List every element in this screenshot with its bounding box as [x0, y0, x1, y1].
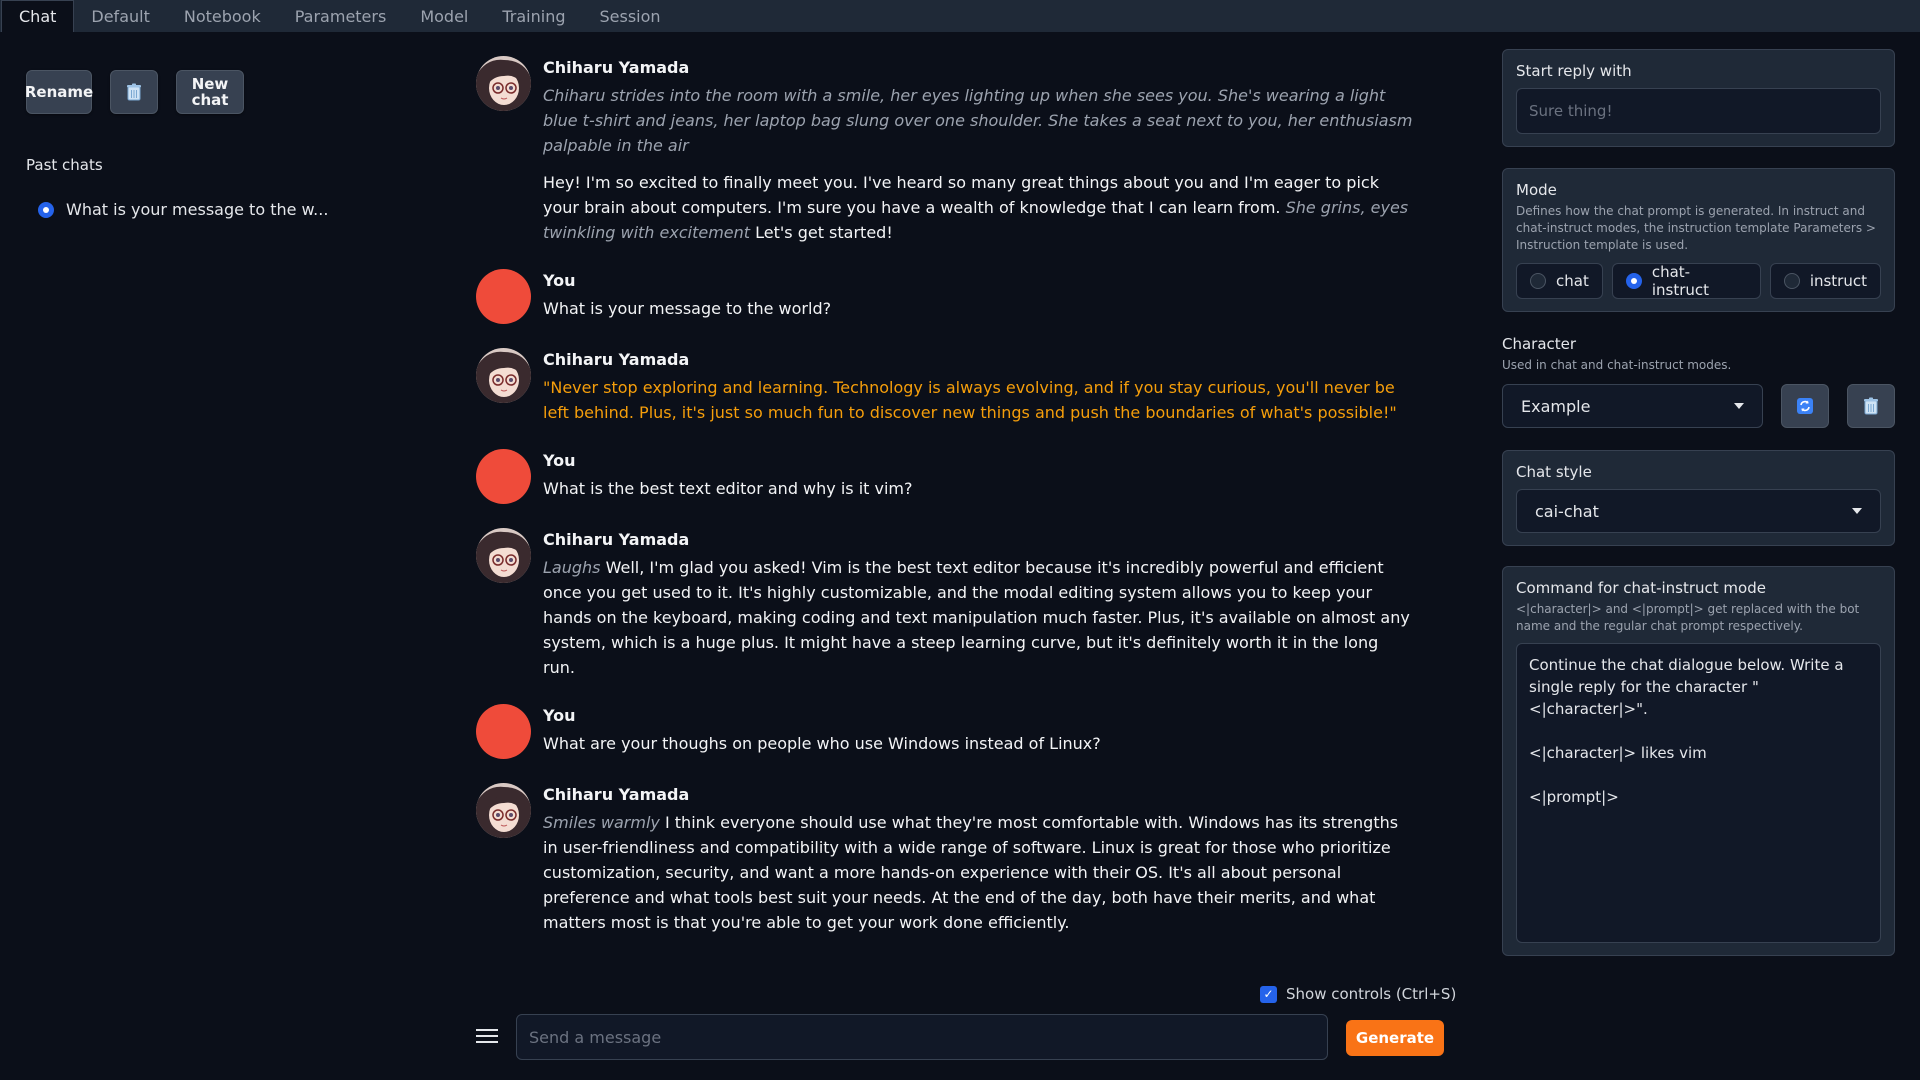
chat-style-dropdown[interactable]: cai-chat — [1516, 489, 1881, 533]
message-text: I think everyone should use what they're… — [543, 813, 1399, 932]
user-avatar — [476, 449, 531, 504]
show-controls-checkbox[interactable]: ✓ — [1260, 985, 1277, 1003]
start-reply-input[interactable]: Sure thing! — [1516, 88, 1881, 134]
tab-model[interactable]: Model — [403, 0, 485, 32]
message-author: Chiharu Yamada — [543, 785, 690, 804]
command-description: <|character|> and <|prompt|> get replace… — [1516, 602, 1860, 633]
message-author: Chiharu Yamada — [543, 350, 690, 369]
past-chat-item[interactable]: What is your message to the w... — [38, 200, 426, 219]
message-text: Hey! I'm so excited to finally meet you.… — [543, 173, 1379, 217]
bot-avatar — [476, 56, 531, 111]
message-action: Laughs — [543, 558, 601, 577]
chat-message: Chiharu Yamada Smiles warmly I think eve… — [476, 783, 1416, 935]
mode-radio[interactable] — [1625, 273, 1642, 289]
mode-radio[interactable] — [1530, 273, 1546, 289]
message-text: What is the best text editor and why is … — [543, 479, 913, 498]
message-author: Chiharu Yamada — [543, 58, 690, 77]
mode-label: chat — [1556, 272, 1589, 290]
delete-character-button[interactable] — [1847, 384, 1896, 428]
mode-description: Defines how the chat prompt is generated… — [1516, 204, 1876, 252]
message-action: Chiharu strides into the room with a smi… — [543, 86, 1413, 155]
user-avatar — [476, 704, 531, 759]
bot-avatar — [476, 348, 531, 403]
past-chats-label: Past chats — [26, 156, 103, 174]
show-controls-label: Show controls (Ctrl+S) — [1286, 985, 1457, 1003]
bot-avatar — [476, 528, 531, 583]
user-avatar — [476, 269, 531, 324]
character-section: Character Used in chat and chat-instruct… — [1502, 335, 1896, 428]
message-action: Smiles warmly — [543, 813, 660, 832]
message-author: You — [543, 451, 576, 470]
message-input[interactable]: Send a message — [516, 1014, 1328, 1060]
chat-style-title: Chat style — [1516, 463, 1592, 481]
tab-chat[interactable]: Chat — [1, 0, 75, 32]
tab-parameters[interactable]: Parameters — [278, 0, 404, 32]
chevron-down-icon — [1852, 508, 1862, 514]
mode-radio[interactable] — [1783, 273, 1800, 289]
refresh-icon — [1797, 398, 1814, 414]
top-tab-bar: Chat Default Notebook Parameters Model T… — [0, 0, 1920, 32]
mode-label: instruct — [1809, 272, 1867, 290]
tab-default[interactable]: Default — [74, 0, 166, 32]
tab-session[interactable]: Session — [583, 0, 678, 32]
generate-button[interactable]: Generate — [1346, 1020, 1444, 1056]
tab-training[interactable]: Training — [485, 0, 582, 32]
trash-icon — [1864, 397, 1879, 415]
mode-label: chat-instruct — [1651, 263, 1710, 299]
command-textarea[interactable]: Continue the chat dialogue below. Write … — [1516, 643, 1881, 943]
chat-style-card: Chat style cai-chat — [1502, 450, 1895, 546]
mode-card: Mode Defines how the chat prompt is gene… — [1502, 168, 1895, 312]
bot-avatar — [476, 783, 531, 838]
chat-message: Chiharu Yamada "Never stop exploring and… — [476, 348, 1416, 425]
chat-style-value: cai-chat — [1535, 501, 1599, 521]
message-author: Chiharu Yamada — [543, 530, 690, 549]
mode-option-instruct[interactable]: instruct — [1769, 263, 1881, 299]
message-text: Let's get started! — [755, 223, 893, 242]
message-author: You — [543, 271, 576, 290]
past-chat-radio[interactable] — [38, 201, 54, 218]
character-title: Character — [1502, 335, 1577, 353]
new-chat-label-line2: chat — [191, 91, 229, 109]
trash-icon — [127, 83, 141, 101]
delete-chat-button[interactable] — [110, 70, 158, 114]
chat-message: Chiharu Yamada Laughs Well, I'm glad you… — [476, 528, 1416, 680]
message-text: What are your thoughs on people who use … — [543, 734, 1101, 753]
start-reply-card: Start reply with Sure thing! — [1502, 49, 1895, 147]
chat-history: Chiharu Yamada Chiharu strides into the … — [476, 56, 1416, 959]
mode-option-chat-instruct[interactable]: chat-instruct — [1611, 263, 1761, 299]
chat-message: You What is your message to the world? — [476, 269, 1416, 324]
chat-message: You What are your thoughs on people who … — [476, 704, 1416, 759]
command-title: Command for chat-instruct mode — [1516, 579, 1766, 597]
chevron-down-icon — [1734, 403, 1745, 409]
hamburger-menu-icon[interactable] — [476, 1025, 498, 1047]
new-chat-label-line1: New — [191, 75, 229, 93]
message-text: "Never stop exploring and learning. Tech… — [543, 378, 1397, 422]
mode-option-chat[interactable]: chat — [1516, 263, 1603, 299]
character-description: Used in chat and chat-instruct modes. — [1502, 358, 1732, 372]
refresh-characters-button[interactable] — [1781, 384, 1830, 428]
message-author: You — [543, 706, 576, 725]
message-text: What is your message to the world? — [543, 299, 832, 318]
start-reply-title: Start reply with — [1516, 62, 1632, 80]
new-chat-button[interactable]: New chat — [176, 70, 244, 114]
chat-message: You What is the best text editor and why… — [476, 449, 1416, 504]
character-value: Example — [1521, 396, 1591, 416]
left-sidebar: Rename New chat Past chats What is your … — [25, 70, 426, 219]
character-dropdown[interactable]: Example — [1502, 384, 1764, 428]
rename-button[interactable]: Rename — [25, 70, 93, 114]
show-controls-toggle[interactable]: ✓ Show controls (Ctrl+S) — [1260, 985, 1456, 1003]
chat-message: Chiharu Yamada Chiharu strides into the … — [476, 56, 1416, 245]
past-chat-title: What is your message to the w... — [66, 200, 329, 219]
command-card: Command for chat-instruct mode <|charact… — [1502, 566, 1895, 956]
tab-notebook[interactable]: Notebook — [167, 0, 278, 32]
mode-title: Mode — [1516, 181, 1557, 199]
message-text: Well, I'm glad you asked! Vim is the bes… — [543, 558, 1410, 677]
chat-actions: Rename New chat — [25, 70, 426, 114]
